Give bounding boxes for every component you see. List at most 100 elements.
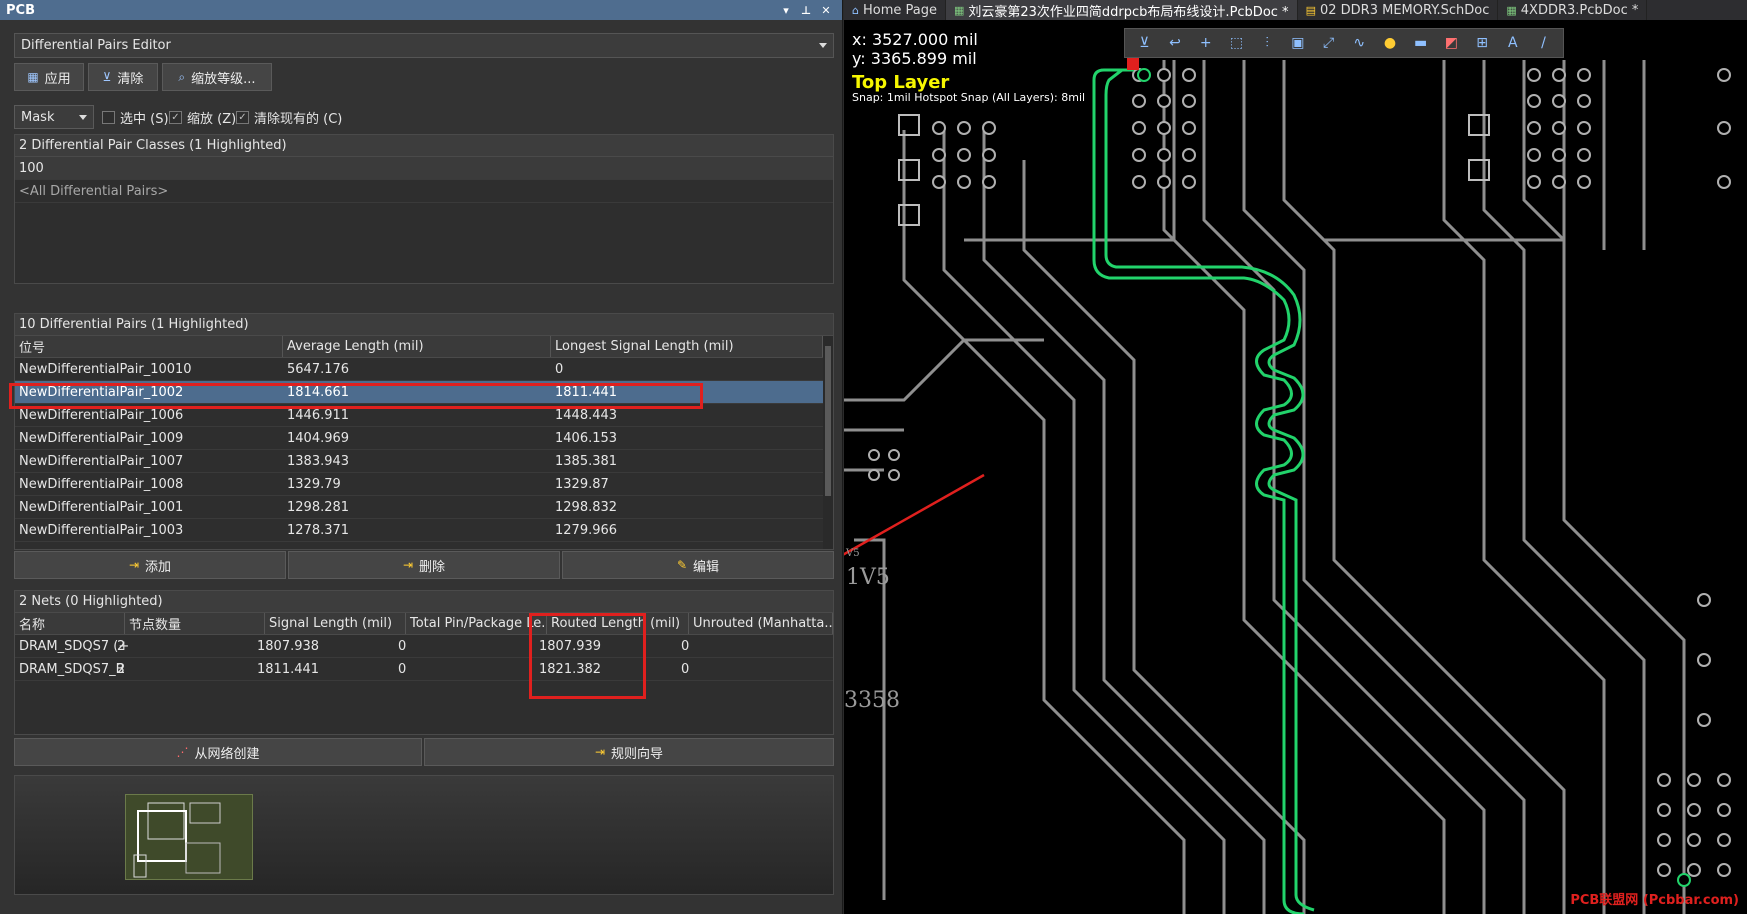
pcb-canvas[interactable]: ⌂ Home Page ▦ 刘云豪第23次作业四简ddrpcb布局布线设计.PcbDo… bbox=[844, 0, 1747, 914]
diff-pair-row[interactable]: NewDifferentialPair_1008 1329.79 1329.87 bbox=[15, 473, 823, 496]
pair-classes-header: 2 Differential Pair Classes (1 Highlight… bbox=[15, 135, 833, 157]
nets-title: 2 Nets (0 Highlighted) bbox=[19, 594, 163, 609]
close-icon[interactable]: ✕ bbox=[816, 4, 836, 17]
text-icon[interactable]: A bbox=[1501, 35, 1525, 51]
net-signal: 1807.938 bbox=[257, 638, 320, 654]
diff-pair-row[interactable]: NewDifferentialPair_1009 1404.969 1406.153 bbox=[15, 427, 823, 450]
rule-wizard-button[interactable]: ⇥ 规则向导 bbox=[424, 738, 834, 766]
dimension-icon[interactable]: ⊞ bbox=[1470, 35, 1494, 51]
route-icon[interactable]: ↩ bbox=[1163, 35, 1187, 51]
diff-pair-row[interactable]: NewDifferentialPair_10010 5647.176 0 bbox=[15, 358, 823, 381]
highlight-annotation-pair bbox=[9, 383, 703, 409]
net-name: DRAM_SDQS7_B bbox=[19, 661, 125, 677]
diff-pairs-column-header: 位号 Average Length (mil) Longest Signal L… bbox=[15, 336, 823, 358]
checkbox-box bbox=[102, 111, 115, 124]
pair-longest-length: 0 bbox=[555, 361, 564, 377]
pair-name: NewDifferentialPair_1001 bbox=[19, 499, 184, 515]
tab-label: 4XDDR3.PcbDoc * bbox=[1520, 2, 1639, 18]
col-average-length[interactable]: Average Length (mil) bbox=[283, 336, 551, 357]
chevron-down-icon bbox=[79, 114, 87, 120]
polygon-icon[interactable]: ▬ bbox=[1409, 35, 1433, 51]
pcb-doc-icon: ▦ bbox=[953, 3, 965, 17]
minimap-drawing bbox=[133, 802, 221, 878]
document-tab[interactable]: ▦ 4XDDR3.PcbDoc * bbox=[1498, 0, 1648, 20]
col-signal-length[interactable]: Signal Length (mil) bbox=[265, 613, 406, 634]
filter-icon[interactable]: ⊻ bbox=[1132, 35, 1156, 51]
pair-longest-length: 1279.966 bbox=[555, 522, 618, 538]
nets-list: DRAM_SDQS7 (+ 2 1807.938 0 1807.939 0 DRAM_SDQ… bbox=[15, 635, 833, 681]
app-root: PCB ▾ ⊥ ✕ Differential Pairs Editor ▦ 应用… bbox=[0, 0, 1747, 914]
net-nodes: 2 bbox=[117, 638, 126, 654]
pair-longest-length: 1448.443 bbox=[555, 407, 618, 423]
diff-pair-row[interactable]: NewDifferentialPair_1003 1278.371 1279.966 bbox=[15, 519, 823, 542]
apply-icon: ▦ bbox=[27, 70, 39, 84]
panel-mode-dropdown[interactable]: Differential Pairs Editor bbox=[14, 33, 834, 58]
document-tab[interactable]: ▤ 02 DDR3 MEMORY.SchDoc bbox=[1298, 0, 1499, 20]
class-row-all[interactable]: <All Differential Pairs> bbox=[15, 180, 833, 203]
edit-pair-button[interactable]: ✎ 编辑 bbox=[562, 551, 834, 579]
line-icon[interactable]: / bbox=[1531, 35, 1555, 51]
component-icon[interactable]: ▣ bbox=[1286, 35, 1310, 51]
diff-pair-row[interactable]: NewDifferentialPair_1007 1383.943 1385.381 bbox=[15, 450, 823, 473]
tune-length-icon[interactable]: ∿ bbox=[1347, 35, 1371, 51]
diff-pairs-section: 10 Differential Pairs (1 Highlighted) 位号… bbox=[14, 313, 834, 550]
silkscreen-label-3358: 3358 bbox=[844, 688, 900, 713]
coord-y: y: 3365.899 mil bbox=[852, 49, 977, 68]
document-tab[interactable]: ⌂ Home Page bbox=[844, 0, 946, 20]
document-tab[interactable]: ▦ 刘云豪第23次作业四简ddrpcb布局布线设计.PcbDoc * bbox=[945, 0, 1298, 20]
place-icon[interactable]: + bbox=[1194, 35, 1218, 51]
net-row[interactable]: DRAM_SDQS7_B 2 1811.441 0 1821.382 0 bbox=[15, 658, 833, 681]
pair-average-length: 1278.371 bbox=[287, 522, 350, 538]
tab-label: Home Page bbox=[862, 2, 937, 18]
silkscreen-label-v5: V5 bbox=[846, 548, 860, 559]
class-row-100[interactable]: 100 bbox=[15, 157, 833, 180]
snap-status: Snap: 1mil Hotspot Snap (All Layers): 8m… bbox=[852, 91, 1086, 104]
scroll-thumb[interactable] bbox=[825, 346, 831, 496]
apply-button[interactable]: ▦ 应用 bbox=[14, 63, 84, 91]
diff-pair-row[interactable]: NewDifferentialPair_1001 1298.281 1298.832 bbox=[15, 496, 823, 519]
pair-classes-title: 2 Differential Pair Classes (1 Highlight… bbox=[19, 138, 287, 153]
pair-name: NewDifferentialPair_1009 bbox=[19, 430, 184, 446]
col-longest-length[interactable]: Longest Signal Length (mil) bbox=[551, 336, 823, 357]
interactive-route-icon[interactable]: ⤢ bbox=[1317, 35, 1341, 51]
net-signal: 1811.441 bbox=[257, 661, 320, 677]
zoom-level-button[interactable]: ⌕ 缩放等级... bbox=[162, 63, 272, 91]
pair-longest-length: 1406.153 bbox=[555, 430, 618, 446]
pair-average-length: 1383.943 bbox=[287, 453, 350, 469]
rule-wizard-label: 规则向导 bbox=[611, 746, 664, 762]
zoom-checkbox[interactable]: ✓ 缩放 (Z) bbox=[169, 108, 236, 127]
board-minimap[interactable] bbox=[125, 794, 253, 880]
select-checkbox[interactable]: 选中 (S) bbox=[102, 108, 169, 127]
board-traces bbox=[844, 58, 1731, 914]
diff-pairs-scrollbar[interactable] bbox=[823, 336, 833, 549]
col-pin-package-length[interactable]: Total Pin/Package Le... bbox=[406, 613, 547, 634]
mask-select[interactable]: Mask bbox=[14, 105, 94, 129]
active-bar-toolbar: ⊻ ↩ + ⬚ ⫶ ▣ ⤢ ∿ ● ▬ ◩ ⊞ A / bbox=[1124, 28, 1564, 58]
col-designator[interactable]: 位号 bbox=[15, 336, 283, 357]
delete-pair-button[interactable]: ⇥ 删除 bbox=[288, 551, 560, 579]
col-unrouted[interactable]: Unrouted (Manhatta... bbox=[689, 613, 833, 634]
add-pair-button[interactable]: ⇥ 添加 bbox=[14, 551, 286, 579]
select-rect-icon[interactable]: ⬚ bbox=[1224, 35, 1248, 51]
home-icon: ⌂ bbox=[852, 3, 859, 17]
clear-button[interactable]: ⊻ 清除 bbox=[88, 63, 158, 91]
pin-marker-icon[interactable]: ● bbox=[1378, 35, 1402, 51]
pin-icon[interactable]: ⊥ bbox=[796, 4, 816, 17]
board-navigator[interactable] bbox=[14, 775, 834, 895]
create-from-net-button[interactable]: ⋰ 从网络创建 bbox=[14, 738, 422, 766]
measure-icon[interactable]: ◩ bbox=[1439, 35, 1463, 51]
zoom-checkbox-label: 缩放 (Z) bbox=[187, 112, 237, 127]
col-net-name[interactable]: 名称 bbox=[15, 613, 125, 634]
pair-longest-length: 1298.832 bbox=[555, 499, 618, 515]
net-name: DRAM_SDQS7 (+ bbox=[19, 638, 129, 654]
net-row[interactable]: DRAM_SDQS7 (+ 2 1807.938 0 1807.939 0 bbox=[15, 635, 833, 658]
panel-menu-icon[interactable]: ▾ bbox=[776, 4, 796, 17]
nets-section: 2 Nets (0 Highlighted) 名称 节点数量 Signal Le… bbox=[14, 590, 834, 735]
align-icon[interactable]: ⫶ bbox=[1255, 35, 1279, 51]
clear-existing-checkbox[interactable]: ✓ 清除现有的 (C) bbox=[236, 108, 342, 127]
class-name: <All Differential Pairs> bbox=[19, 183, 169, 199]
net-unrouted: 0 bbox=[681, 638, 690, 654]
net-pin: 0 bbox=[398, 638, 407, 654]
edit-icon: ✎ bbox=[676, 558, 688, 572]
col-node-count[interactable]: 节点数量 bbox=[125, 613, 265, 634]
